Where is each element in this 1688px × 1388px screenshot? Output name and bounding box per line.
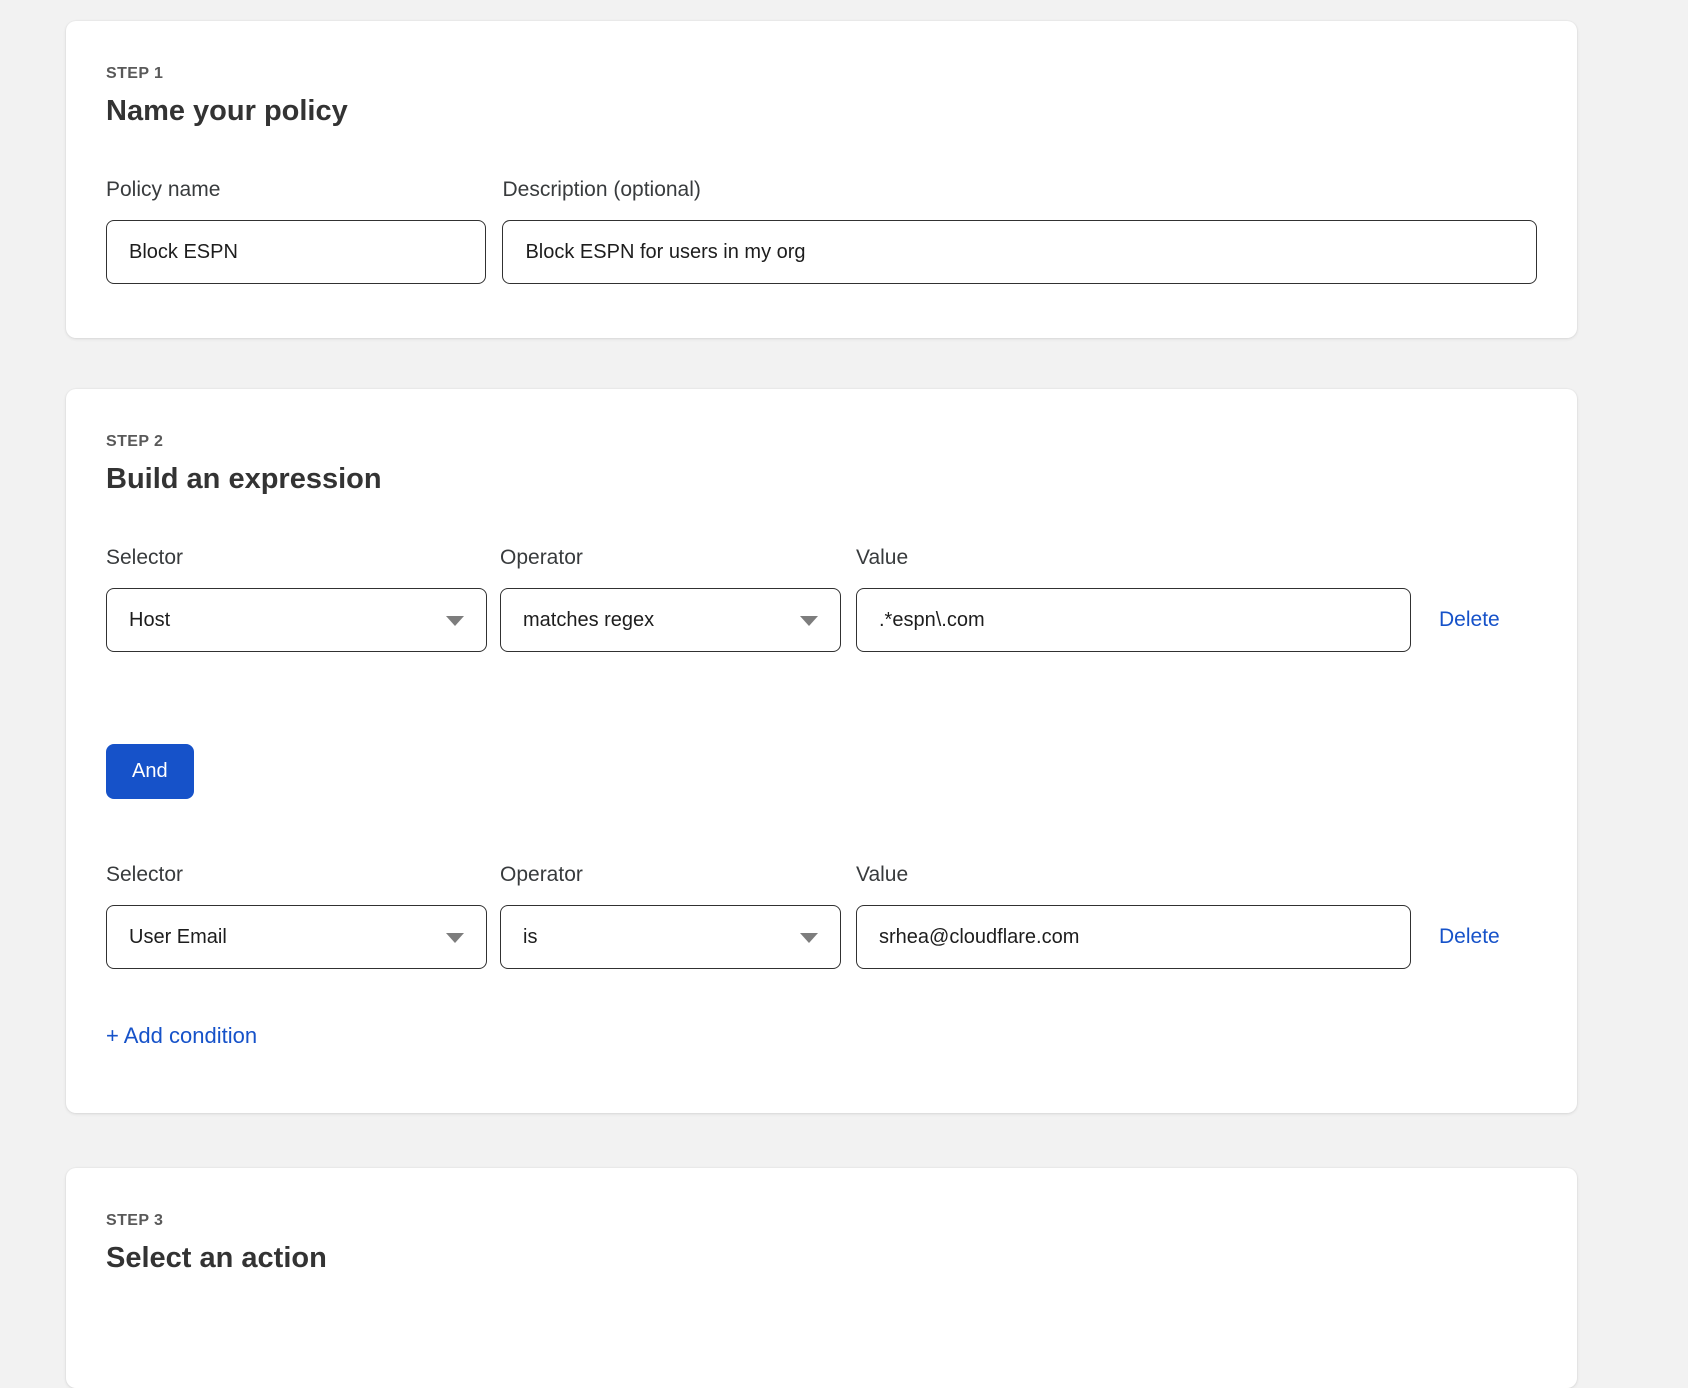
chevron-down-icon (446, 933, 464, 943)
selector-dropdown-value: Host (129, 609, 170, 632)
value-column-label: Value (856, 863, 1411, 887)
selector-dropdown[interactable]: Host (106, 588, 487, 652)
description-input[interactable] (502, 220, 1537, 284)
chevron-down-icon (800, 933, 818, 943)
operator-dropdown[interactable]: matches regex (500, 588, 841, 652)
step2-label: STEP 2 (106, 389, 1537, 451)
step2-card: STEP 2 Build an expression Selector Oper… (66, 389, 1577, 1113)
step1-card: STEP 1 Name your policy Policy name Desc… (66, 21, 1577, 338)
value-input[interactable] (856, 905, 1411, 969)
step1-label: STEP 1 (106, 21, 1537, 83)
selector-dropdown[interactable]: User Email (106, 905, 487, 969)
chevron-down-icon (800, 616, 818, 626)
selector-dropdown-value: User Email (129, 926, 227, 949)
operator-dropdown[interactable]: is (500, 905, 841, 969)
operator-column-label: Operator (500, 863, 841, 887)
condition-row-1: Selector Operator Value Host matches reg… (106, 546, 1537, 652)
chevron-down-icon (446, 616, 464, 626)
selector-column-label: Selector (106, 863, 487, 887)
condition-row-2: Selector Operator Value User Email is De… (106, 863, 1537, 969)
selector-column-label: Selector (106, 546, 487, 570)
step3-label: STEP 3 (106, 1168, 1537, 1230)
value-input[interactable] (856, 588, 1411, 652)
delete-condition-link[interactable]: Delete (1439, 588, 1500, 652)
step3-title: Select an action (106, 1242, 1537, 1275)
operator-dropdown-value: is (523, 926, 537, 949)
policy-name-label: Policy name (106, 178, 486, 202)
and-button[interactable]: And (106, 744, 194, 799)
step3-card: STEP 3 Select an action (66, 1168, 1577, 1388)
policy-builder-page: { "colors": { "accent_blue": "#1652c9", … (0, 0, 1688, 1296)
description-label: Description (optional) (502, 178, 1537, 202)
operator-dropdown-value: matches regex (523, 609, 654, 632)
operator-column-label: Operator (500, 546, 841, 570)
add-condition-link[interactable]: + Add condition (106, 1023, 257, 1049)
step2-title: Build an expression (106, 463, 1537, 496)
value-column-label: Value (856, 546, 1411, 570)
step1-title: Name your policy (106, 95, 1537, 128)
policy-name-input[interactable] (106, 220, 486, 284)
delete-condition-link[interactable]: Delete (1439, 905, 1500, 969)
